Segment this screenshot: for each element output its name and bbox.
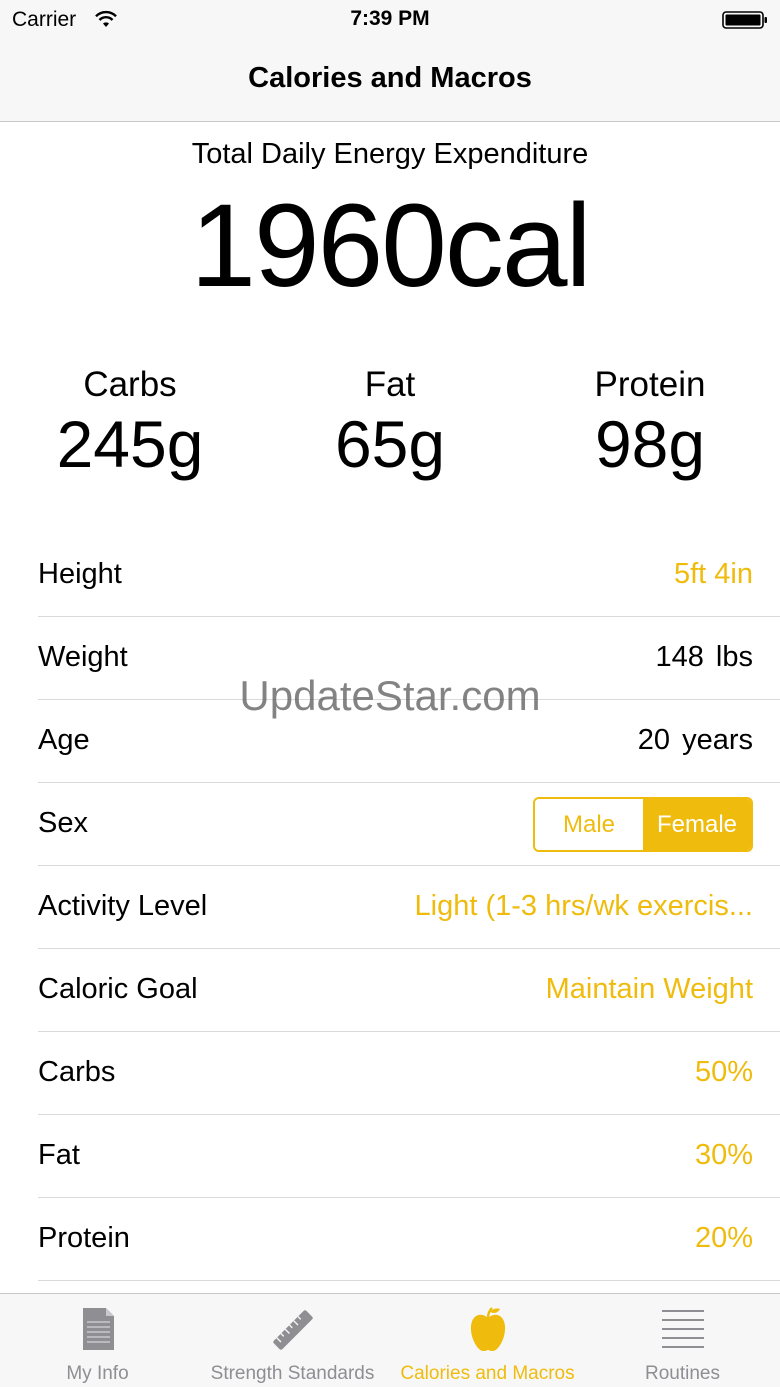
carbs-percent-label: Carbs [38,1056,116,1088]
activity-level-row[interactable]: Activity Level Light (1-3 hrs/wk exercis… [38,866,780,949]
watermark: UpdateStar.com [239,672,541,719]
fat-percent-row[interactable]: Fat 30% [38,1115,780,1198]
tab-routines-label: Routines [645,1363,720,1384]
height-row[interactable]: Height 5ft 4in [38,534,780,617]
page-title: Calories and Macros [248,62,532,94]
ruler-icon [272,1310,313,1350]
battery-icon [722,11,767,29]
macro-protein-value: 98g [594,407,706,481]
height-label: Height [38,558,122,590]
activity-level-value[interactable]: Light (1-3 hrs/wk exercis... [415,890,753,923]
tab-my-info[interactable]: My Info [0,1294,195,1387]
weight-value[interactable]: 148 lbs [655,641,753,674]
document-icon [82,1308,114,1350]
macro-carbs: Carbs 245g [0,364,260,482]
tab-my-info-label: My Info [66,1363,129,1384]
macro-fat: Fat 65g [260,364,520,482]
caloric-goal-value[interactable]: Maintain Weight [546,973,753,1006]
macro-fat-value: 65g [334,407,446,481]
caloric-goal-row[interactable]: Caloric Goal Maintain Weight [38,949,780,1032]
tab-calories-and-macros[interactable]: Calories and Macros [390,1294,585,1387]
tab-strength-standards[interactable]: Strength Standards [195,1294,390,1387]
tdee-label: Total Daily Energy Expenditure [191,138,589,170]
status-time: 7:39 PM [350,7,430,30]
navigation-bar: Calories and Macros [0,40,780,122]
age-value[interactable]: 20 years [638,724,753,757]
fat-percent-label: Fat [38,1139,80,1171]
age-label: Age [38,724,90,756]
protein-percent-row[interactable]: Protein 20% [38,1198,780,1281]
sex-label: Sex [38,807,88,839]
tdee-value: 1960cal [190,180,591,312]
weight-label: Weight [38,641,128,673]
macro-carbs-value: 245g [56,407,204,481]
list-icon [661,1310,704,1348]
tab-strength-standards-label: Strength Standards [210,1363,375,1384]
carbs-percent-value[interactable]: 50% [695,1056,753,1089]
macro-protein-label: Protein [594,365,706,404]
status-bar: Carrier 7:39 PM [0,0,780,40]
protein-percent-value[interactable]: 20% [695,1222,753,1255]
macro-carbs-label: Carbs [83,365,177,404]
activity-level-label: Activity Level [38,890,208,922]
sex-option-female[interactable]: Female [643,799,751,850]
protein-percent-label: Protein [38,1222,130,1254]
settings-list: Height 5ft 4in Weight 148 lbs Age 20 yea… [38,534,780,1281]
tab-calories-and-macros-label: Calories and Macros [400,1363,575,1384]
sex-row: Sex Male Female [38,783,780,866]
apple-icon [470,1307,505,1352]
fat-percent-value[interactable]: 30% [695,1139,753,1172]
macro-fat-label: Fat [364,365,416,404]
tab-routines[interactable]: Routines [585,1294,780,1387]
sex-segmented-control: Male Female [533,797,753,852]
height-value[interactable]: 5ft 4in [674,558,753,591]
macro-protein: Protein 98g [520,364,780,482]
tab-bar: My Info Strength Standards Calories and … [0,1293,780,1387]
caloric-goal-label: Caloric Goal [38,973,198,1005]
carbs-percent-row[interactable]: Carbs 50% [38,1032,780,1115]
sex-option-male[interactable]: Male [535,799,643,850]
